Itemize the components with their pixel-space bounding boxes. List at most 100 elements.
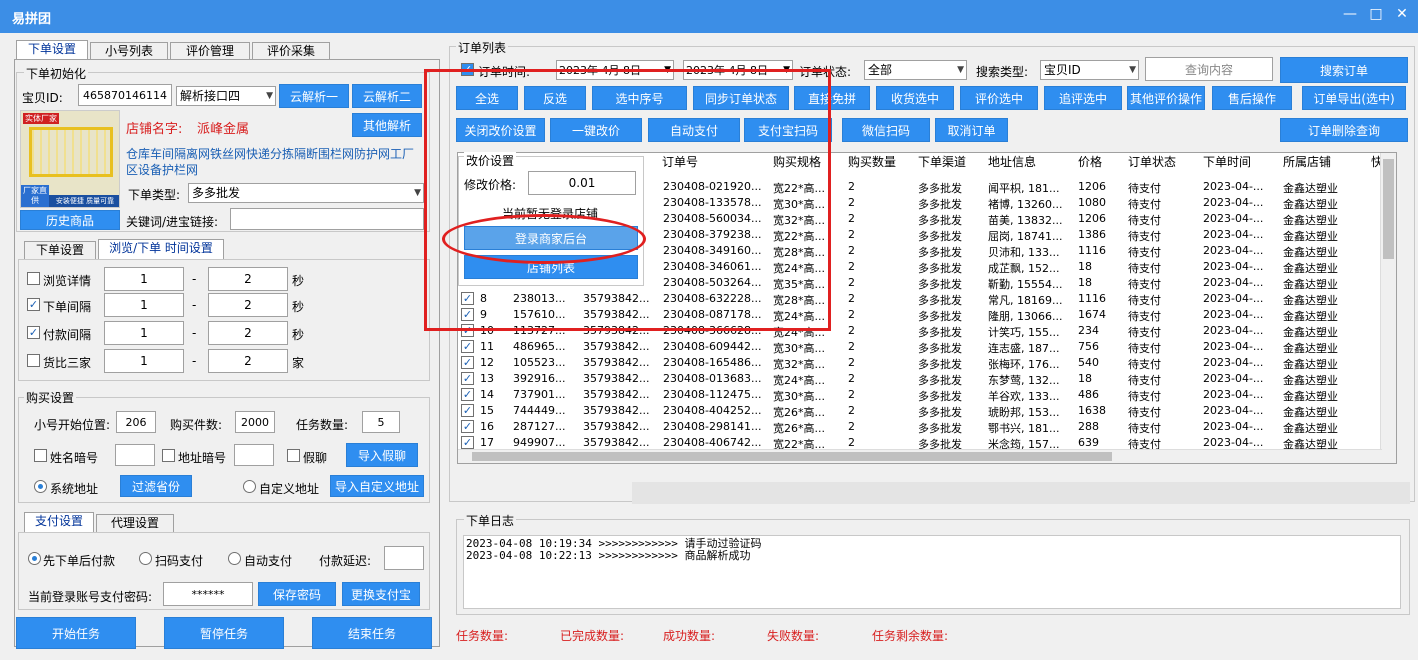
tab-account-list[interactable]: 小号列表 xyxy=(90,42,168,60)
system-address-radio[interactable] xyxy=(34,480,47,493)
filter-province-button[interactable]: 过滤省份 xyxy=(120,475,192,497)
tab-order-settings[interactable]: 下单设置 xyxy=(16,40,88,60)
minimize-icon[interactable]: — xyxy=(1340,6,1360,26)
order-action-button[interactable]: 收货选中 xyxy=(876,86,954,110)
tab-order-settings-2[interactable]: 下单设置 xyxy=(24,241,96,259)
order-action-button[interactable]: 取消订单 xyxy=(935,118,1008,142)
order-action-button[interactable]: 评价选中 xyxy=(960,86,1038,110)
timing-max-input[interactable]: 2 xyxy=(208,267,288,291)
pay-delay-input[interactable] xyxy=(384,546,424,570)
order-type-select[interactable]: 多多批发 ▼ xyxy=(188,183,424,203)
task-count-input[interactable]: 5 xyxy=(362,411,400,433)
table-row[interactable]: ✓ 15 744449... 35793842... 230408-404252... 宽… xyxy=(458,403,1396,419)
addr-hidden-label: 地址暗号 xyxy=(178,451,227,465)
scan-pay-radio[interactable] xyxy=(139,552,152,565)
start-pos-label: 小号开始位置: xyxy=(34,418,111,432)
order-action-button[interactable]: 售后操作 xyxy=(1212,86,1292,110)
start-task-button[interactable]: 开始任务 xyxy=(16,617,136,649)
table-header-cell[interactable]: 下单渠道 xyxy=(918,153,967,172)
table-cell: 待支付 xyxy=(1128,262,1161,275)
table-row[interactable]: ✓ 12 105523... 35793842... 230408-165486... 宽… xyxy=(458,355,1396,371)
pause-task-button[interactable]: 暂停任务 xyxy=(164,617,284,649)
timing-min-input[interactable]: 1 xyxy=(104,293,184,317)
save-password-button[interactable]: 保存密码 xyxy=(258,582,336,606)
import-fake-chat-button[interactable]: 导入假聊 xyxy=(346,443,418,467)
row-checkbox[interactable]: ✓ xyxy=(461,388,474,401)
order-status-select[interactable]: 全部 ▼ xyxy=(864,60,967,80)
timing-checkbox[interactable] xyxy=(27,354,40,367)
cloud-parse-1-button[interactable]: 云解析一 xyxy=(279,84,349,108)
table-row[interactable]: ✓ 14 737901... 35793842... 230408-112475... 宽… xyxy=(458,387,1396,403)
tab-review-collect[interactable]: 评价采集 xyxy=(252,42,330,60)
timing-checkbox[interactable] xyxy=(27,272,40,285)
cloud-parse-2-button[interactable]: 云解析二 xyxy=(352,84,422,108)
table-header-cell[interactable]: 订单状态 xyxy=(1128,153,1177,172)
tab-pay-settings[interactable]: 支付设置 xyxy=(24,512,94,532)
horizontal-scrollbar[interactable] xyxy=(458,449,1382,463)
table-row[interactable]: ✓ 16 287127... 35793842... 230408-298141... 宽… xyxy=(458,419,1396,435)
stop-task-button[interactable]: 结束任务 xyxy=(312,617,432,649)
history-products-button[interactable]: 历史商品 xyxy=(20,210,120,230)
tab-proxy-settings[interactable]: 代理设置 xyxy=(96,514,174,532)
search-input[interactable]: 查询内容 xyxy=(1145,57,1273,81)
import-custom-address-button[interactable]: 导入自定义地址 xyxy=(330,475,424,497)
auto-pay-radio[interactable] xyxy=(228,552,241,565)
search-orders-button[interactable]: 搜索订单 xyxy=(1280,57,1408,83)
timing-checkbox[interactable]: ✓ xyxy=(27,298,40,311)
item-id-input[interactable]: 465870146114 xyxy=(78,84,172,106)
fake-chat-checkbox[interactable] xyxy=(287,449,300,462)
table-cell: 多多批发 xyxy=(918,342,962,355)
row-checkbox[interactable]: ✓ xyxy=(461,372,474,385)
buy-count-input[interactable]: 2000 xyxy=(235,411,275,433)
order-action-button[interactable]: 微信扫码 xyxy=(842,118,930,142)
order-action-button[interactable]: 追评选中 xyxy=(1044,86,1122,110)
timing-min-input[interactable]: 1 xyxy=(104,321,184,345)
timing-min-input[interactable]: 1 xyxy=(104,349,184,373)
log-textarea[interactable]: 2023-04-08 10:19:34 >>>>>>>>>>>> 请手动过验证码… xyxy=(463,535,1401,609)
other-parse-button[interactable]: 其他解析 xyxy=(352,113,422,137)
row-checkbox[interactable]: ✓ xyxy=(461,420,474,433)
close-icon[interactable]: ✕ xyxy=(1392,6,1412,26)
highlight-rectangle xyxy=(424,69,831,331)
vertical-scrollbar[interactable] xyxy=(1380,153,1396,463)
scrollbar-thumb[interactable] xyxy=(472,452,1112,461)
order-action-button[interactable]: 其他评价操作 xyxy=(1127,86,1205,110)
table-cell: 宽30*高... xyxy=(773,342,825,355)
timing-checkbox[interactable]: ✓ xyxy=(27,326,40,339)
name-hidden-checkbox[interactable] xyxy=(34,449,47,462)
table-header-cell[interactable]: 下单时间 xyxy=(1203,153,1252,172)
table-header-cell[interactable]: 所属店铺 xyxy=(1283,153,1332,172)
search-type-select[interactable]: 宝贝ID ▼ xyxy=(1040,60,1139,80)
timing-min-input[interactable]: 1 xyxy=(104,267,184,291)
table-header-cell[interactable]: 购买数量 xyxy=(848,153,897,172)
keyword-input[interactable] xyxy=(230,208,424,230)
table-row[interactable]: ✓ 13 392916... 35793842... 230408-013683... 宽… xyxy=(458,371,1396,387)
table-header-cell[interactable]: 价格 xyxy=(1078,153,1103,172)
fake-chat-label: 假聊 xyxy=(303,451,328,465)
order-action-button[interactable]: 订单导出(选中) xyxy=(1302,86,1406,110)
addr-hidden-checkbox[interactable] xyxy=(162,449,175,462)
maximize-icon[interactable]: □ xyxy=(1366,6,1386,26)
first-order-radio[interactable] xyxy=(28,552,41,565)
tab-browse-time[interactable]: 浏览/下单 时间设置 xyxy=(98,239,224,259)
pay-password-input[interactable]: ****** xyxy=(163,582,253,606)
addr-hidden-input[interactable] xyxy=(234,444,274,466)
parse-interface-select[interactable]: 解析接口四 ▼ xyxy=(176,86,276,106)
scrollbar-thumb[interactable] xyxy=(1383,159,1394,259)
tab-review-manage[interactable]: 评价管理 xyxy=(170,42,250,60)
timing-max-input[interactable]: 2 xyxy=(208,293,288,317)
table-header-cell[interactable]: 地址信息 xyxy=(988,153,1037,172)
row-checkbox[interactable]: ✓ xyxy=(461,436,474,449)
custom-address-radio[interactable] xyxy=(243,480,256,493)
timing-max-input[interactable]: 2 xyxy=(208,321,288,345)
timing-max-input[interactable]: 2 xyxy=(208,349,288,373)
name-hidden-input[interactable] xyxy=(115,444,155,466)
product-title-link[interactable]: 仓库车间隔离网铁丝网快递分拣隔断围栏网防护网工厂区设备护栏网 xyxy=(126,146,418,178)
row-checkbox[interactable]: ✓ xyxy=(461,356,474,369)
order-action-button[interactable]: 订单删除查询 xyxy=(1280,118,1408,142)
table-row[interactable]: ✓ 11 486965... 35793842... 230408-609442... 宽… xyxy=(458,339,1396,355)
row-checkbox[interactable]: ✓ xyxy=(461,340,474,353)
change-alipay-button[interactable]: 更换支付宝 xyxy=(342,582,420,606)
row-checkbox[interactable]: ✓ xyxy=(461,404,474,417)
start-pos-input[interactable]: 206 xyxy=(116,411,156,433)
